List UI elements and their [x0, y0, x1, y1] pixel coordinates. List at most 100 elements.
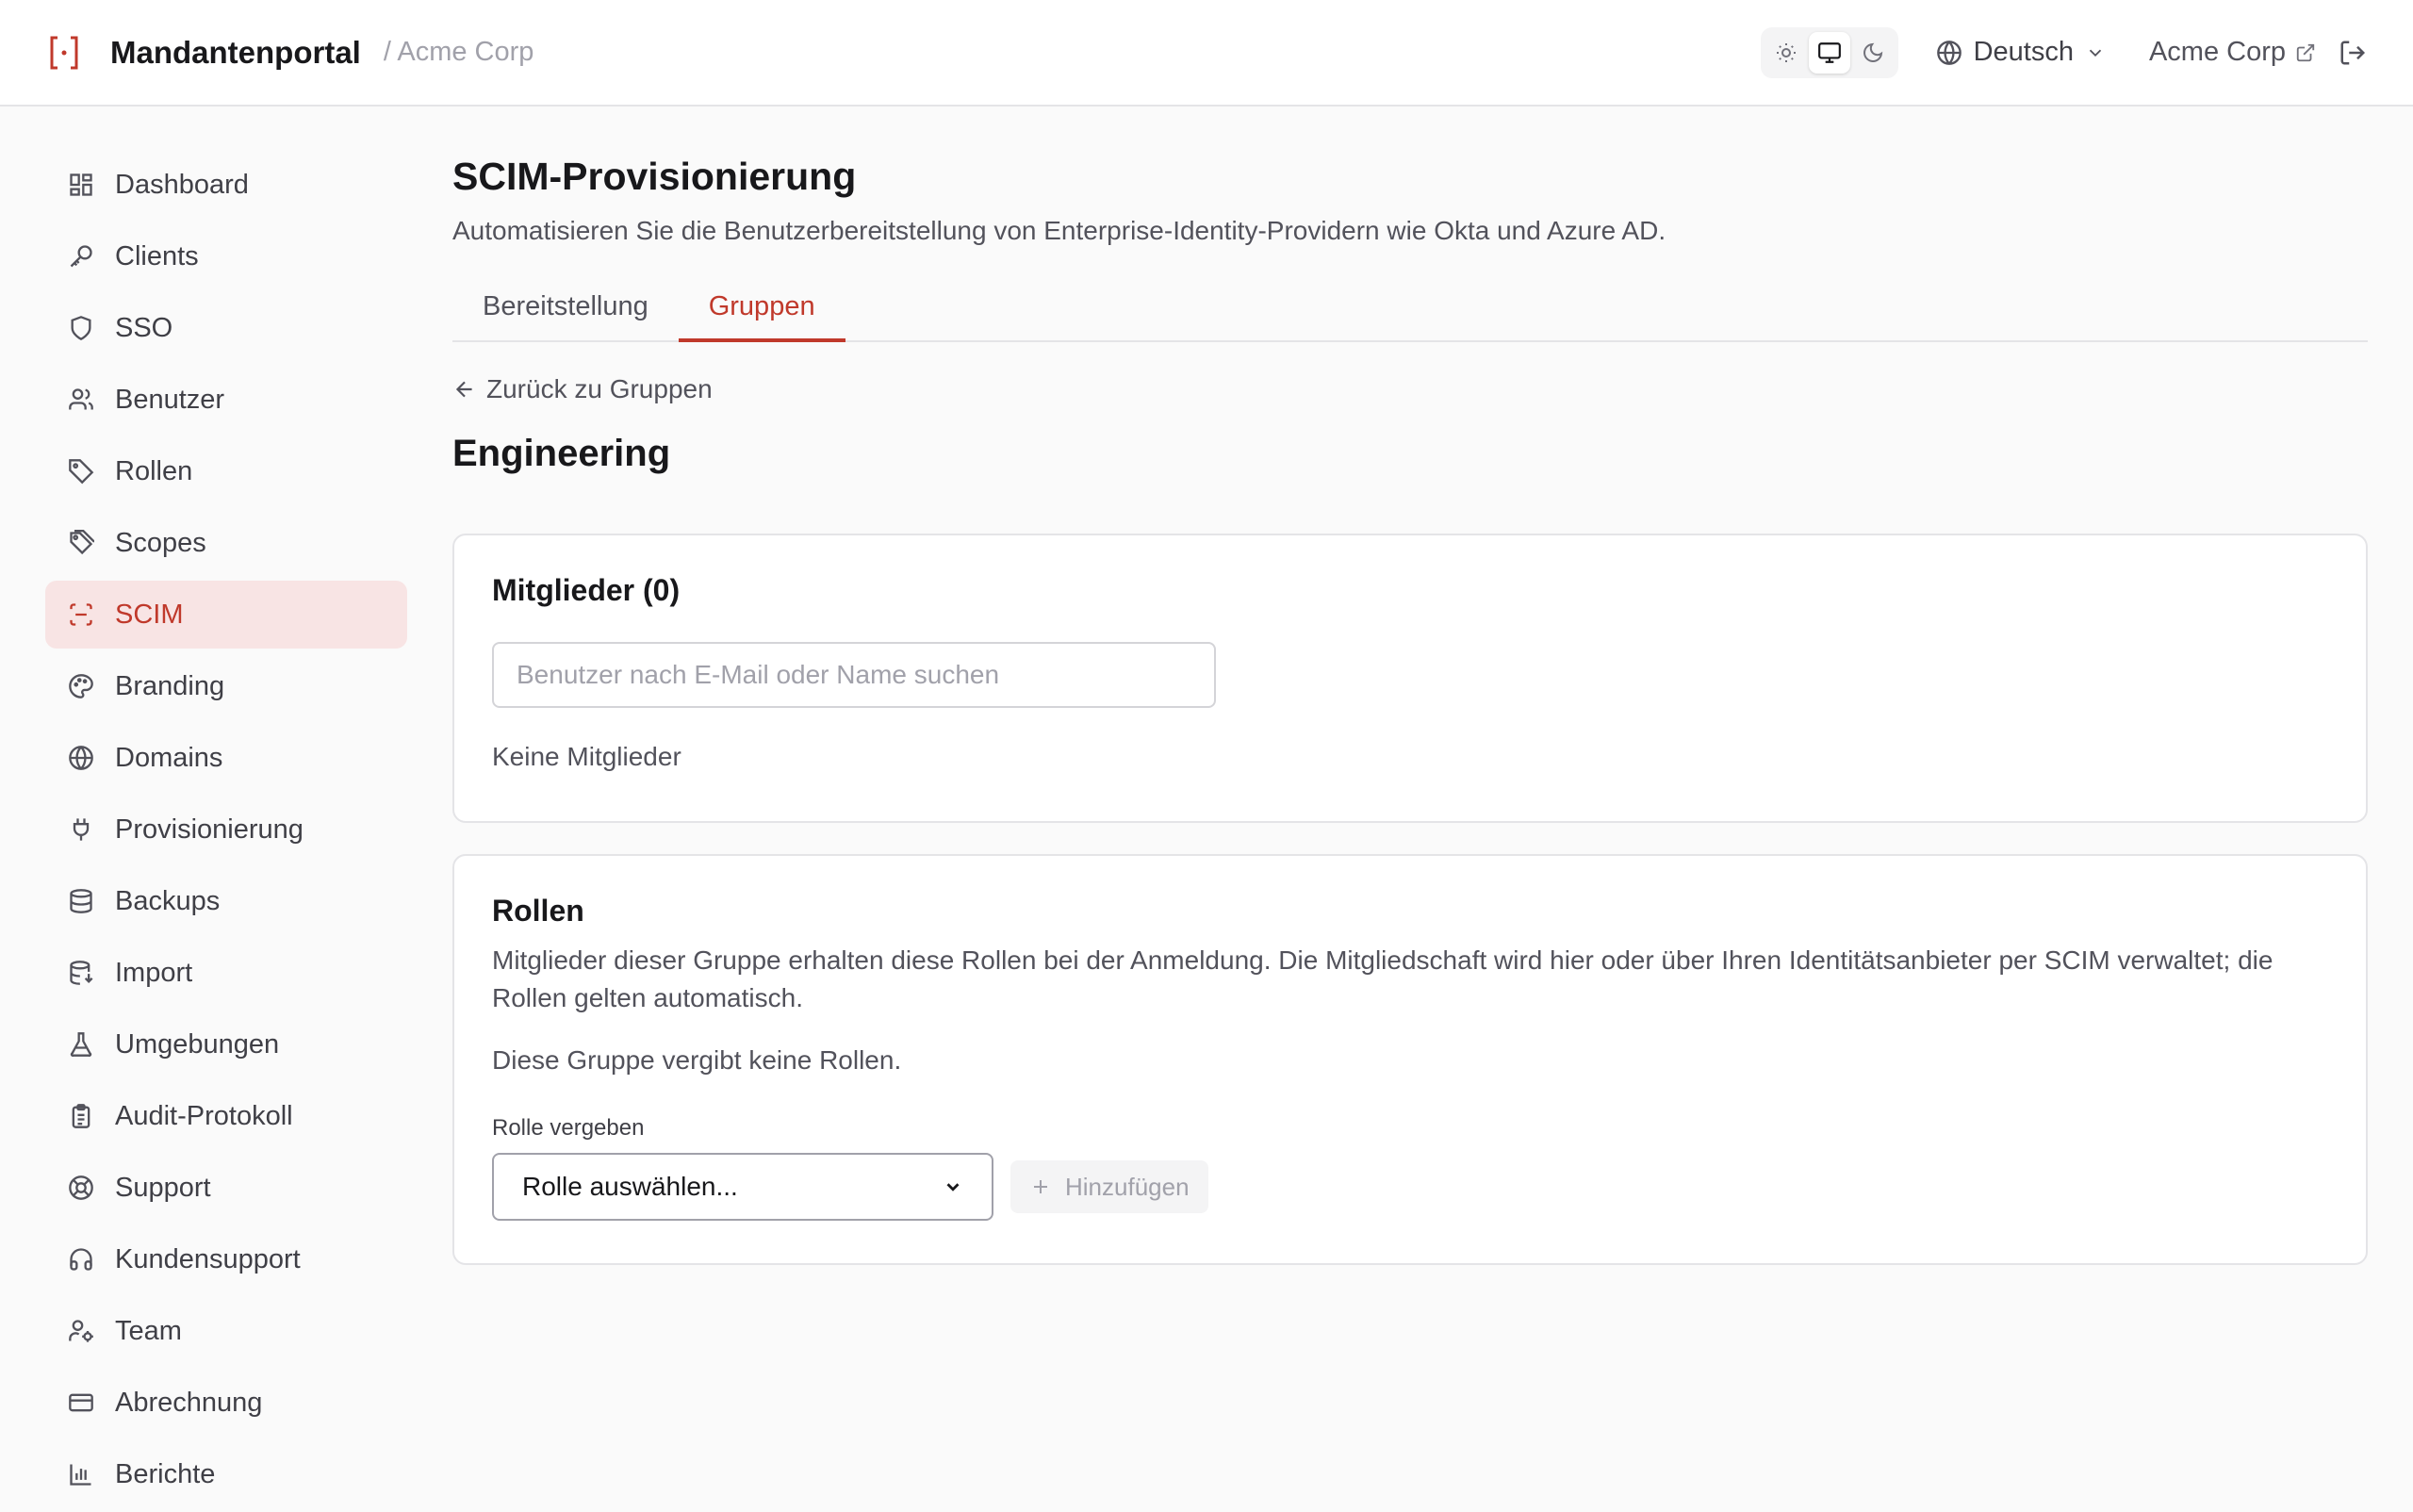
sidebar-item-label: SSO — [115, 312, 173, 343]
sidebar-item-label: Domains — [115, 742, 223, 773]
theme-toggle — [1760, 26, 1898, 78]
system-theme-button[interactable] — [1808, 31, 1850, 74]
tenant-breadcrumb: / Acme Corp — [383, 37, 534, 67]
role-select-value: Rolle auswählen... — [522, 1172, 738, 1201]
group-title: Engineering — [452, 433, 671, 474]
sidebar-item-clients[interactable]: Clients — [45, 222, 407, 290]
chevron-down-icon — [2089, 49, 2102, 57]
sun-icon — [1776, 42, 1796, 62]
palette-icon — [66, 671, 96, 701]
sidebar-item-support[interactable]: Support — [45, 1154, 407, 1222]
language-label: Deutsch — [1973, 37, 2074, 67]
globe-icon — [66, 743, 96, 773]
moon-icon — [1863, 42, 1882, 62]
sidebar-item-domains[interactable]: Domains — [45, 724, 407, 792]
sidebar-item-scim[interactable]: SCIM — [45, 581, 407, 649]
members-empty-text: Keine Mitglieder — [492, 742, 681, 771]
role-select[interactable]: Rolle auswählen... — [492, 1153, 993, 1221]
members-card: Mitglieder (0) Keine Mitglieder — [452, 534, 2368, 823]
sidebar-item-label: Provisionierung — [115, 814, 304, 845]
sidebar-item-label: Support — [115, 1172, 211, 1203]
database-import-icon — [66, 958, 96, 988]
sidebar-item-label: Berichte — [115, 1458, 216, 1489]
assign-role-label: Rolle vergeben — [492, 1115, 645, 1141]
org-link-label: Acme Corp — [2148, 37, 2286, 67]
sidebar-item-label: Team — [115, 1315, 182, 1346]
external-link-icon — [2296, 43, 2315, 61]
sidebar-item-import[interactable]: Import — [45, 939, 407, 1007]
add-role-label: Hinzufügen — [1065, 1172, 1190, 1201]
shield-icon — [66, 313, 96, 343]
sidebar-item-team[interactable]: Team — [45, 1297, 407, 1365]
language-selector[interactable]: Deutsch — [1936, 37, 2106, 68]
dashboard-icon — [66, 170, 96, 200]
tab-bar: Bereitstellung Gruppen — [452, 282, 2368, 342]
sidebar-item-abrechnung[interactable]: Abrechnung — [45, 1369, 407, 1437]
sidebar-item-label: Clients — [115, 240, 199, 271]
sidebar-item-label: Abrechnung — [115, 1387, 263, 1418]
members-title: Mitglieder (0) — [492, 573, 681, 607]
sidebar-item-branding[interactable]: Branding — [45, 652, 407, 720]
roles-card: Rollen Mitglieder dieser Gruppe erhalten… — [452, 854, 2368, 1265]
arrow-left-icon — [455, 381, 472, 398]
users-icon — [66, 385, 96, 415]
sidebar-item-backups[interactable]: Backups — [45, 867, 407, 935]
flask-icon — [66, 1029, 96, 1060]
sidebar-item-sso[interactable]: SSO — [45, 294, 407, 362]
sidebar-item-provisionierung[interactable]: Provisionierung — [45, 796, 407, 863]
back-link-label: Zurück zu Gruppen — [486, 374, 713, 403]
sidebar-item-label: Scopes — [115, 527, 206, 558]
sidebar-item-kundensupport[interactable]: Kundensupport — [45, 1225, 407, 1293]
add-role-button[interactable]: Hinzufügen — [1010, 1160, 1208, 1213]
database-icon — [66, 886, 96, 916]
logout-button[interactable] — [2339, 39, 2367, 67]
assign-role-row: Rolle auswählen... Hinzufügen — [492, 1153, 2328, 1221]
tab-bereitstellung[interactable]: Bereitstellung — [452, 282, 679, 342]
dark-theme-button[interactable] — [1852, 32, 1894, 74]
plus-icon — [1034, 1180, 1047, 1193]
clipboard-icon — [66, 1101, 96, 1131]
sidebar-item-label: Branding — [115, 670, 225, 701]
sidebar-item-label: Backups — [115, 885, 221, 916]
sidebar-item-benutzer[interactable]: Benutzer — [45, 366, 407, 434]
sidebar-item-dashboard[interactable]: Dashboard — [45, 151, 407, 219]
roles-description: Mitglieder dieser Gruppe erhalten diese … — [492, 945, 2273, 1012]
top-bar: Mandantenportal / Acme Corp Deutsch Acme… — [0, 0, 2413, 107]
monitor-icon — [1817, 41, 1841, 63]
headphones-icon — [66, 1244, 96, 1274]
tags-icon — [66, 528, 96, 558]
roles-empty-text: Diese Gruppe vergibt keine Rollen. — [492, 1045, 902, 1075]
sidebar-item-label: Benutzer — [115, 384, 225, 415]
sidebar-item-label: Rollen — [115, 455, 193, 486]
light-theme-button[interactable] — [1765, 32, 1807, 74]
tab-gruppen[interactable]: Gruppen — [678, 282, 845, 342]
sidebar-item-audit-protokoll[interactable]: Audit-Protokoll — [45, 1082, 407, 1150]
sidebar: Dashboard Clients SSO Benutzer Rollen Sc… — [45, 151, 407, 1512]
bar-chart-icon — [66, 1459, 96, 1489]
tag-icon — [66, 456, 96, 486]
brand-name: Mandantenportal — [110, 34, 361, 70]
key-icon — [66, 241, 96, 271]
plug-icon — [66, 814, 96, 845]
logo-icon — [46, 35, 82, 71]
user-cog-icon — [66, 1316, 96, 1346]
chevron-down-icon — [946, 1183, 960, 1192]
sidebar-item-scopes[interactable]: Scopes — [45, 509, 407, 577]
sidebar-item-label: Umgebungen — [115, 1028, 280, 1060]
sidebar-item-label: Import — [115, 957, 193, 988]
member-search-input[interactable] — [492, 642, 1216, 708]
main-content: SCIM-Provisionierung Automatisieren Sie … — [452, 151, 2368, 1265]
sidebar-item-rollen[interactable]: Rollen — [45, 437, 407, 505]
sidebar-item-umgebungen[interactable]: Umgebungen — [45, 1011, 407, 1078]
sidebar-item-label: Kundensupport — [115, 1243, 301, 1274]
lifebuoy-icon — [66, 1173, 96, 1203]
page-subtitle: Automatisieren Sie die Benutzerbereitste… — [452, 216, 1666, 245]
sidebar-item-berichte[interactable]: Berichte — [45, 1440, 407, 1508]
sidebar-item-label: Dashboard — [115, 169, 249, 200]
page-title: SCIM-Provisionierung — [452, 155, 857, 198]
sidebar-item-label: Audit-Protokoll — [115, 1100, 293, 1131]
globe-icon — [1936, 40, 1962, 65]
org-link[interactable]: Acme Corp — [2149, 37, 2316, 68]
back-link[interactable]: Zurück zu Gruppen — [452, 374, 2368, 404]
credit-card-icon — [66, 1388, 96, 1418]
